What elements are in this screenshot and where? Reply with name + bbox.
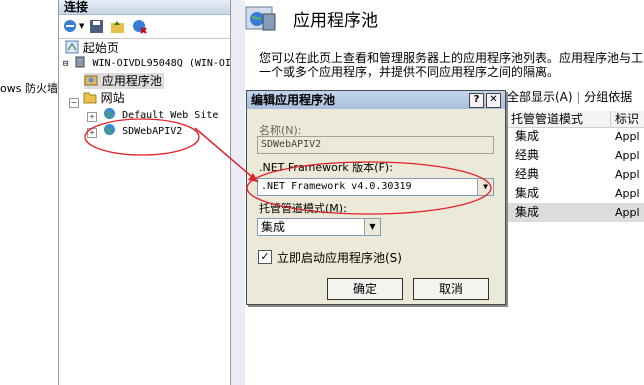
tree-item-app-pools[interactable]: 应用程序池 <box>84 73 164 89</box>
framework-label: .NET Framework 版本(F): <box>259 161 393 174</box>
cancel-button[interactable]: 取消 <box>413 278 489 300</box>
cell-mode: 经典 <box>515 148 540 162</box>
list-header: 托管管道模式 标识 <box>507 111 644 128</box>
expand-icon[interactable]: + <box>87 112 97 122</box>
filter-bar: 全部显示(A) | 分组依据 <box>507 90 633 104</box>
ok-button[interactable]: 确定 <box>327 278 403 300</box>
connections-header: 连接 <box>59 0 230 15</box>
server-icon <box>75 56 85 68</box>
tree-item-sites[interactable]: − 网站 <box>69 90 125 108</box>
dropdown-arrow-icon[interactable]: ▼ <box>79 22 84 30</box>
column-header-identity[interactable]: 标识 <box>611 111 644 127</box>
chevron-down-icon[interactable]: ▼ <box>477 179 493 195</box>
tree-item-start-page[interactable]: 起始页 <box>65 40 119 56</box>
autostart-label: 立即启动应用程序池(S) <box>277 251 402 265</box>
remove-connection-icon[interactable] <box>132 19 147 34</box>
group-by-button[interactable]: 分组依据 <box>584 90 632 104</box>
app-pool-icon <box>84 75 98 86</box>
tree-item-sdwebapiv2[interactable]: + SDWebAPIV2 <box>87 123 182 139</box>
cell-mode: 集成 <box>515 129 540 143</box>
chevron-down-icon[interactable]: ▼ <box>364 219 380 235</box>
sites-folder-icon <box>83 92 97 104</box>
connections-toolbar: ▼ <box>59 15 230 39</box>
edit-app-pool-dialog: 编辑应用程序池 ? ✕ 名称(N): SDWebAPIV2 .NET Frame… <box>246 90 506 305</box>
table-row-selected[interactable]: 集成 Appl <box>507 203 644 222</box>
pipeline-label: 托管管道模式(M): <box>259 202 347 215</box>
tree-item-label: Default Web Site <box>122 110 219 121</box>
help-button[interactable]: ? <box>469 93 484 108</box>
firewall-label-fragment: ows 防火墙 <box>0 82 58 95</box>
table-row[interactable]: 集成 Appl <box>507 184 644 203</box>
start-page-icon <box>65 40 79 54</box>
table-row[interactable]: 经典 Appl <box>507 146 644 165</box>
cell-mode: 集成 <box>515 205 540 219</box>
cell-identity: Appl <box>615 149 640 162</box>
up-folder-icon[interactable] <box>110 19 125 34</box>
tree-item-label: WIN-OIVDL95048Q (WIN-OI <box>92 58 231 69</box>
framework-select[interactable]: .NET Framework v4.0.30319 ▼ <box>257 178 494 196</box>
close-button[interactable]: ✕ <box>486 93 501 108</box>
show-all-button[interactable]: 全部显示(A) <box>507 90 573 104</box>
cell-identity: Appl <box>615 187 640 200</box>
panel-splitter[interactable] <box>231 0 245 385</box>
framework-select-value: .NET Framework v4.0.30319 <box>261 181 412 192</box>
expand-icon[interactable]: + <box>87 128 97 138</box>
page-description: 您可以在此页上查看和管理服务器上的应用程序池列表。应用程序池与工 一个或多个应用… <box>259 51 644 79</box>
tree-item-label: 应用程序池 <box>101 74 162 88</box>
cell-identity: Appl <box>615 130 640 143</box>
app-pool-large-icon <box>245 6 276 31</box>
background-window-strip: ows 防火墙 <box>0 0 58 385</box>
connections-panel: 连接 ▼ 起始页 ⊟ WIN-OIVDL95048Q (WIN-OI 应用程序池… <box>58 0 231 385</box>
description-line: 一个或多个应用程序，并提供不同应用程序之间的隔离。 <box>259 65 560 79</box>
collapse-icon[interactable]: − <box>69 98 79 108</box>
tree-item-server[interactable]: ⊟ WIN-OIVDL95048Q (WIN-OI <box>63 56 231 72</box>
tree-item-label: 起始页 <box>82 41 119 55</box>
cell-identity: Appl <box>615 206 640 219</box>
table-row[interactable]: 集成 Appl <box>507 127 644 146</box>
collapse-icon[interactable]: ⊟ <box>63 59 68 69</box>
column-header-pipeline-mode[interactable]: 托管管道模式 <box>507 111 611 127</box>
cell-identity: Appl <box>615 168 640 181</box>
cell-mode: 经典 <box>515 167 540 181</box>
pipeline-select[interactable]: 集成 ▼ <box>257 218 381 236</box>
table-row[interactable]: 经典 Appl <box>507 165 644 184</box>
autostart-checkbox[interactable]: ✓ <box>258 250 272 264</box>
globe-icon <box>104 124 116 135</box>
pipeline-select-value: 集成 <box>261 220 286 234</box>
tree-item-label: SDWebAPIV2 <box>122 126 183 137</box>
name-field: SDWebAPIV2 <box>257 136 494 154</box>
globe-icon <box>104 108 116 119</box>
description-line: 您可以在此页上查看和管理服务器上的应用程序池列表。应用程序池与工 <box>259 51 644 65</box>
dialog-title: 编辑应用程序池 <box>251 93 336 107</box>
tree-item-label: 网站 <box>100 91 125 105</box>
dialog-titlebar[interactable]: 编辑应用程序池 ? ✕ <box>247 91 505 109</box>
page-title: 应用程序池 <box>293 11 378 31</box>
cell-mode: 集成 <box>515 186 540 200</box>
connect-icon[interactable] <box>63 19 78 34</box>
save-icon[interactable] <box>89 19 104 34</box>
tree-item-default-web-site[interactable]: + Default Web Site <box>87 107 218 123</box>
